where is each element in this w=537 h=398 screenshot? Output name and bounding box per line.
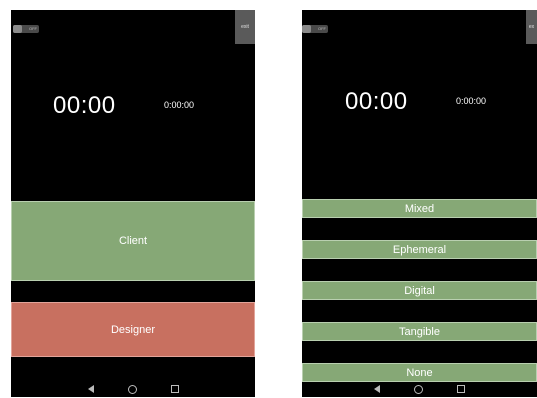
nav-bar [302, 381, 537, 397]
home-icon[interactable] [414, 384, 423, 394]
exit-button[interactable]: ex [526, 10, 537, 44]
option-digital-button[interactable]: Digital [302, 281, 537, 300]
nav-bar [11, 381, 255, 397]
right-phone-screen: OFF ex 00:00 0:00:00 Mixed Ephemeral Dig… [302, 10, 537, 397]
option-ephemeral-button[interactable]: Ephemeral [302, 240, 537, 259]
toggle-knob [13, 25, 22, 33]
off-toggle[interactable]: OFF [302, 25, 328, 33]
option-none-button[interactable]: None [302, 363, 537, 382]
toggle-label: OFF [29, 26, 37, 31]
left-phone-screen: OFF exit 00:00 0:00:00 Client Designer [11, 10, 255, 397]
toggle-knob [302, 25, 311, 33]
toggle-label: OFF [318, 26, 326, 31]
exit-button[interactable]: exit [235, 10, 255, 44]
back-icon[interactable] [374, 385, 380, 393]
off-toggle[interactable]: OFF [13, 25, 39, 33]
back-icon[interactable] [87, 385, 94, 393]
option-mixed-button[interactable]: Mixed [302, 199, 537, 218]
designer-button[interactable]: Designer [11, 302, 255, 357]
client-button[interactable]: Client [11, 201, 255, 281]
recents-icon[interactable] [457, 385, 465, 393]
home-icon[interactable] [127, 384, 137, 394]
option-tangible-button[interactable]: Tangible [302, 322, 537, 341]
recents-icon[interactable] [170, 385, 179, 393]
timer-main: 00:00 [53, 92, 116, 119]
timer-secondary: 0:00:00 [164, 100, 195, 110]
timer-secondary: 0:00:00 [456, 96, 487, 106]
timer-main: 00:00 [345, 88, 408, 115]
